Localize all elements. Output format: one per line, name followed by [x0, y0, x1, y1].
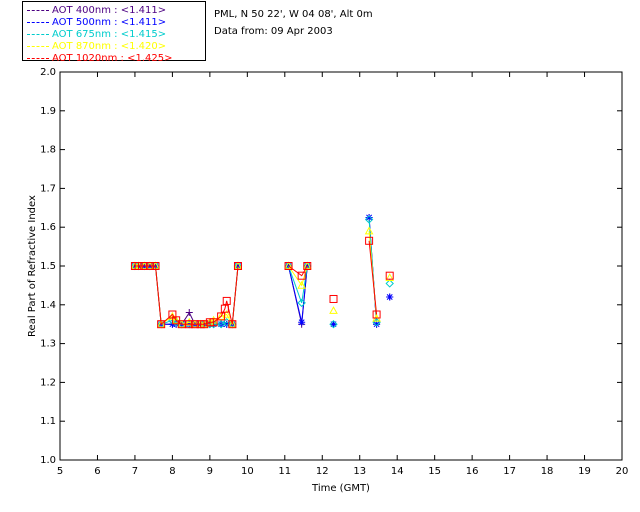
x-tick-label: 13: [353, 466, 366, 477]
x-tick-label: 9: [207, 466, 213, 477]
series-layer: [130, 214, 395, 329]
x-tick-label: 11: [278, 466, 291, 477]
y-tick-label: 1.5: [40, 261, 56, 272]
y-axis-title: Real Part of Refractive Index: [27, 195, 38, 337]
y-tick-label: 1.8: [40, 145, 56, 156]
x-tick-label: 5: [57, 466, 63, 477]
data-point: [185, 309, 193, 317]
series-5: [130, 236, 394, 329]
y-tick-label: 1.1: [40, 416, 56, 427]
x-tick-label: 19: [578, 466, 591, 477]
data-point: [386, 293, 394, 301]
y-tick-label: 1.3: [40, 339, 56, 350]
data-point: [330, 320, 338, 328]
x-tick-label: 10: [241, 466, 254, 477]
data-point: [329, 294, 338, 303]
series-line: [368, 240, 378, 315]
x-tick-label: 7: [132, 466, 138, 477]
y-tick-label: 1.9: [40, 106, 56, 117]
x-tick-label: 15: [428, 466, 441, 477]
data-point: [329, 306, 338, 314]
x-tick-label: 16: [466, 466, 479, 477]
x-tick-label: 14: [391, 466, 404, 477]
x-tick-label: 17: [503, 466, 516, 477]
y-tick-label: 1.0: [40, 455, 56, 466]
y-tick-label: 1.2: [40, 377, 56, 388]
x-tick-label: 8: [169, 466, 175, 477]
x-tick-label: 6: [94, 466, 100, 477]
data-point: [385, 279, 394, 288]
data-point: [298, 318, 306, 326]
y-tick-label: 1.7: [40, 183, 56, 194]
refractive-index-chart: 5 6 7 8 9 10 11 12 13 14 15 16 17 18 19 20 1.0 1.1 1.2 1.3 1…: [27, 67, 628, 494]
axes: 5 6 7 8 9 10 11 12 13 14 15 16 17 18 19 20 1.0 1.1 1.2 1.3 1…: [40, 67, 628, 477]
x-axis-title: Time (GMT): [311, 483, 370, 494]
x-tick-label: 18: [541, 466, 554, 477]
series-4: [130, 226, 395, 328]
x-tick-label: 12: [316, 466, 329, 477]
y-tick-label: 1.6: [40, 222, 56, 233]
y-tick-label: 2.0: [40, 67, 56, 78]
x-tick-label: 20: [616, 466, 629, 477]
y-tick-label: 1.4: [40, 300, 56, 311]
